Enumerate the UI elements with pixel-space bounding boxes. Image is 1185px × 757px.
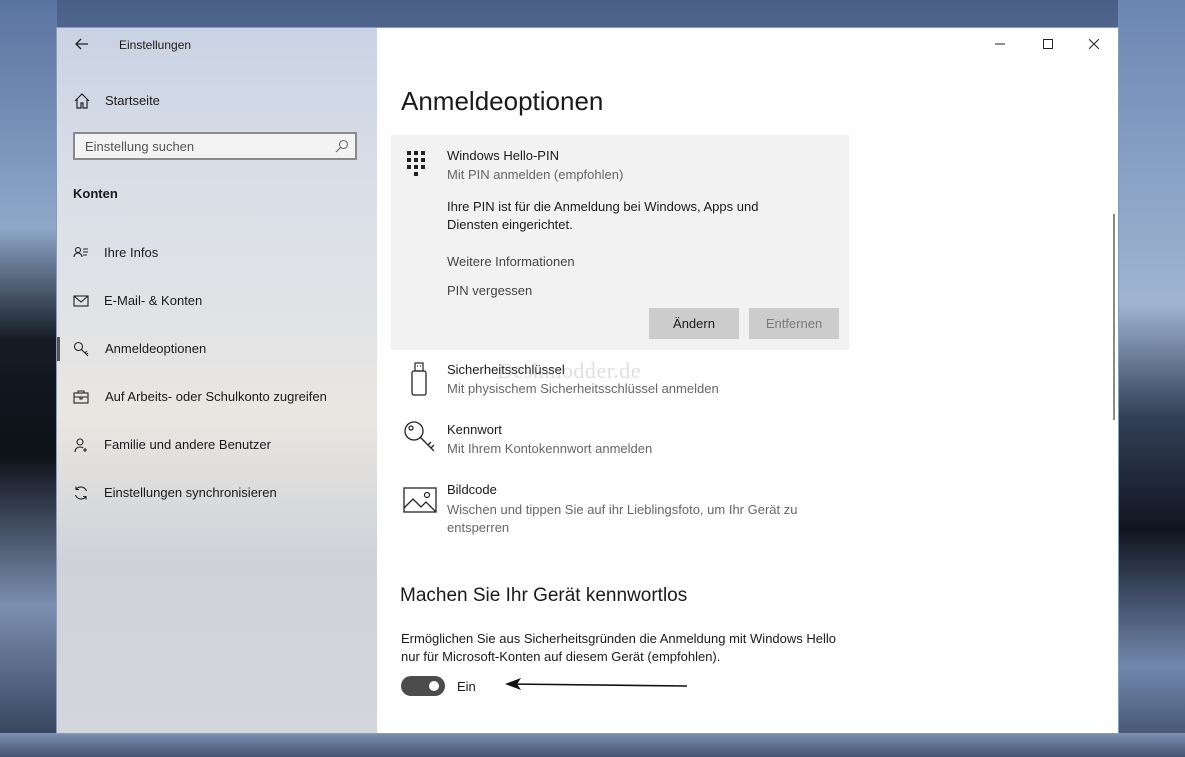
search-placeholder: Einstellung suchen xyxy=(85,139,195,154)
section-heading: Konten xyxy=(73,186,118,201)
pin-keypad-icon xyxy=(407,151,425,176)
pin-title: Windows Hello-PIN xyxy=(447,148,559,163)
person-card-icon xyxy=(73,246,88,258)
home-link[interactable]: Startseite xyxy=(73,92,333,112)
maximize-button[interactable] xyxy=(1025,34,1071,56)
close-button[interactable] xyxy=(1071,34,1117,56)
passwordless-description: Ermöglichen Sie aus Sicherheitsgründen d… xyxy=(401,631,837,664)
sidebar-item-email[interactable]: E-Mail- & Konten xyxy=(57,281,377,321)
search-icon xyxy=(335,139,349,153)
passwordless-toggle[interactable] xyxy=(401,676,445,696)
pin-description: Ihre PIN ist für die Anmeldung bei Windo… xyxy=(447,199,759,232)
more-info-link[interactable]: Weitere Informationen xyxy=(447,254,575,269)
change-button[interactable]: Ändern xyxy=(649,308,739,339)
mail-icon xyxy=(73,295,89,307)
person-add-icon xyxy=(74,438,87,453)
watermark: Deskmodder.de xyxy=(497,358,641,383)
option-picture-password[interactable]: Bildcode Wischen und tippen Sie auf ihr … xyxy=(391,478,849,542)
passwordless-heading: Machen Sie Ihr Gerät kennwortlos xyxy=(400,585,688,606)
picture-icon xyxy=(403,487,437,513)
sidebar-item-label: Anmeldeoptionen xyxy=(105,341,207,356)
search-input[interactable]: Einstellung suchen xyxy=(73,132,357,160)
password-key-icon xyxy=(404,421,435,452)
sidebar: Einstellungen Startseite Einstellung suc… xyxy=(57,28,377,733)
page-title: Anmeldeoptionen xyxy=(401,86,604,116)
remove-button[interactable]: Entfernen xyxy=(749,308,839,339)
close-icon xyxy=(1089,39,1099,49)
back-arrow-icon xyxy=(75,38,88,50)
minimize-button[interactable] xyxy=(977,34,1023,56)
toggle-knob xyxy=(429,681,439,691)
sidebar-item-label: Auf Arbeits- oder Schulkonto zugreifen xyxy=(105,389,327,404)
desktop-background-left xyxy=(0,0,57,757)
back-button[interactable] xyxy=(71,34,93,54)
forgot-pin-link[interactable]: PIN vergessen xyxy=(447,283,532,298)
app-title: Einstellungen xyxy=(119,38,192,52)
sync-icon xyxy=(74,486,88,500)
sidebar-item-label: E-Mail- & Konten xyxy=(104,293,203,308)
desktop-background-right xyxy=(1118,0,1185,757)
sidebar-item-synchronisieren[interactable]: Einstellungen synchronisieren xyxy=(57,473,377,513)
maximize-icon xyxy=(1043,39,1053,49)
option-password[interactable]: Kennwort Mit Ihrem Kontokennwort anmelde… xyxy=(391,418,849,474)
settings-window: Einstellungen Startseite Einstellung suc… xyxy=(57,28,1118,733)
pin-subtitle: Mit PIN anmelden (empfohlen) xyxy=(447,167,624,182)
home-label: Startseite xyxy=(105,93,160,108)
title-bar: Einstellungen xyxy=(57,28,377,60)
pin-card[interactable]: Windows Hello-PIN Mit PIN anmelden (empf… xyxy=(391,135,849,350)
sidebar-item-label: Familie und andere Benutzer xyxy=(104,437,271,452)
minimize-icon xyxy=(995,43,1005,45)
scrollbar[interactable] xyxy=(1113,214,1115,420)
option-subtitle: Wischen und tippen Sie auf ihr Lieblings… xyxy=(447,502,798,535)
sidebar-item-anmeldeoptionen[interactable]: Anmeldeoptionen xyxy=(57,329,377,369)
option-title: Bildcode xyxy=(447,482,497,497)
sidebar-item-label: Einstellungen synchronisieren xyxy=(104,485,277,500)
usb-key-icon xyxy=(411,362,427,396)
option-title: Kennwort xyxy=(447,422,502,437)
sidebar-item-arbeitskonto[interactable]: Auf Arbeits- oder Schulkonto zugreifen xyxy=(57,377,377,417)
option-subtitle: Mit Ihrem Kontokennwort anmelden xyxy=(447,441,653,456)
annotation-arrow-icon xyxy=(505,678,688,690)
desktop-background-bottom xyxy=(0,733,1185,757)
main-content: Anmeldeoptionen Windows Hello-PIN Mit PI… xyxy=(377,28,1118,733)
key-icon xyxy=(73,341,89,357)
briefcase-icon xyxy=(73,390,89,404)
sidebar-item-ihre-infos[interactable]: Ihre Infos xyxy=(57,233,377,273)
toggle-label: Ein xyxy=(457,679,476,694)
home-icon xyxy=(74,93,90,109)
sidebar-item-label: Ihre Infos xyxy=(104,245,159,260)
sidebar-item-familie[interactable]: Familie und andere Benutzer xyxy=(57,425,377,465)
